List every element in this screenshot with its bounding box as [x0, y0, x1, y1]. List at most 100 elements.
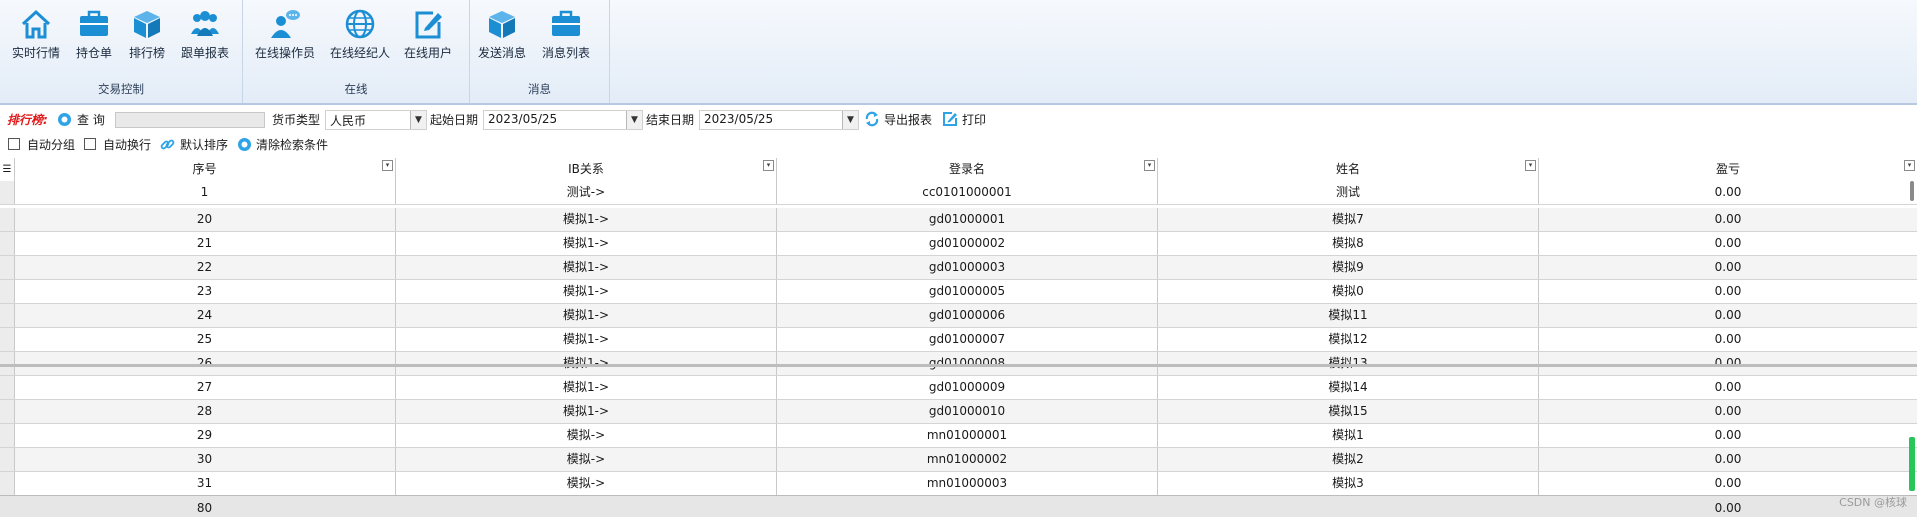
cell-ib: 模拟-> [396, 448, 777, 471]
scroll-position-indicator[interactable] [1909, 437, 1915, 491]
send-message-button[interactable]: 发送消息 [470, 6, 534, 66]
cell-pnl: 0.00 [1714, 476, 1742, 490]
table-row[interactable]: 25 模拟1-> gd01000007 模拟12 0.00 [0, 328, 1917, 352]
table-row[interactable]: 28 模拟1-> gd01000010 模拟15 0.00 [0, 400, 1917, 424]
table-row[interactable]: 30 模拟-> mn01000002 模拟2 0.00 [0, 448, 1917, 472]
table-row[interactable]: 21 模拟1-> gd01000002 模拟8 0.00 [0, 232, 1917, 256]
cell-index: 1 [14, 181, 396, 204]
cell-ib: 测试-> [396, 181, 777, 204]
chevron-down-icon[interactable]: ▼ [842, 111, 858, 129]
table-row[interactable]: 1 测试-> cc0101000001 测试 0.00 [0, 181, 1917, 205]
print-button[interactable]: 打印 [962, 111, 986, 128]
row-indicator[interactable] [0, 181, 15, 204]
table-row[interactable]: 20 模拟1-> gd01000001 模拟7 0.00 [0, 208, 1917, 232]
column-header-index[interactable]: 序号 ▾ [14, 158, 396, 181]
filter-icon[interactable]: ▾ [1525, 160, 1536, 171]
start-date-label: 起始日期 [430, 113, 479, 127]
cell-name: 模拟0 [1158, 280, 1539, 303]
cell-login: gd01000006 [777, 304, 1158, 327]
grid-header: ☰ 序号 ▾ IB关系 ▾ 登录名 ▾ 姓名 ▾ 盈亏 ▾ [0, 158, 1917, 182]
row-indicator[interactable] [0, 376, 15, 399]
edit-icon [415, 11, 442, 39]
currency-select[interactable]: 人民币 ▼ [325, 110, 427, 130]
realtime-quote-button[interactable]: 实时行情 [4, 6, 68, 66]
page-title: 排行榜: [7, 113, 48, 127]
message-list-button[interactable]: 消息列表 [534, 6, 598, 66]
default-sort-button[interactable]: 默认排序 [180, 136, 228, 153]
copy-report-button[interactable]: 跟单报表 [173, 6, 237, 66]
row-indicator[interactable] [0, 256, 15, 279]
start-date-value: 2023/05/25 [488, 112, 558, 126]
cell-name: 模拟14 [1158, 376, 1539, 399]
filter-icon[interactable]: ▾ [1144, 160, 1155, 171]
table-row[interactable]: 23 模拟1-> gd01000005 模拟0 0.00 [0, 280, 1917, 304]
clear-filter-button[interactable]: 清除检索条件 [256, 136, 328, 153]
row-separator [0, 364, 1917, 367]
column-header-ib[interactable]: IB关系 ▾ [396, 158, 777, 181]
globe-icon [345, 9, 375, 39]
online-users-button[interactable]: 在线用户 [396, 6, 460, 66]
export-report-button[interactable]: 导出报表 [884, 111, 932, 128]
filter-icon[interactable]: ▾ [763, 160, 774, 171]
row-indicator[interactable] [0, 448, 15, 471]
chevron-down-icon[interactable]: ▼ [626, 111, 642, 129]
query-button[interactable]: 查 询 [77, 111, 105, 128]
online-brokers-button[interactable]: 在线经纪人 [328, 6, 392, 66]
cube-icon [489, 11, 515, 38]
cell-index: 29 [14, 424, 396, 447]
currency-select-value: 人民币 [330, 114, 367, 128]
cell-index: 28 [14, 400, 396, 423]
chevron-down-icon[interactable]: ▼ [410, 111, 426, 129]
column-header-name[interactable]: 姓名 ▾ [1158, 158, 1539, 181]
table-row[interactable]: 27 模拟1-> gd01000009 模拟14 0.00 [0, 376, 1917, 400]
ranking-label: 排行榜 [128, 46, 165, 60]
ranking-button[interactable]: 排行榜 [115, 6, 179, 66]
row-indicator[interactable] [0, 472, 15, 495]
cell-ib: 模拟1-> [396, 280, 777, 303]
end-date-picker[interactable]: 2023/05/25 ▼ [699, 110, 859, 130]
scroll-thumb[interactable] [1910, 181, 1914, 201]
search-input[interactable] [115, 112, 265, 128]
group-label-trade-control: 交易控制 [98, 82, 144, 96]
row-indicator[interactable] [0, 400, 15, 423]
cell-name: 模拟7 [1158, 208, 1539, 231]
online-operators-button[interactable]: 在线操作员 [253, 6, 317, 66]
print-icon[interactable] [942, 111, 958, 127]
row-indicator[interactable] [0, 328, 15, 351]
cell-login: gd01000002 [777, 232, 1158, 255]
start-date-picker[interactable]: 2023/05/25 ▼ [483, 110, 643, 130]
table-row[interactable]: 22 模拟1-> gd01000003 模拟9 0.00 [0, 256, 1917, 280]
vertical-scrollbar[interactable] [1908, 181, 1917, 495]
table-row[interactable]: 29 模拟-> mn01000001 模拟1 0.00 [0, 424, 1917, 448]
cell-ib: 模拟-> [396, 424, 777, 447]
column-header-pnl[interactable]: 盈亏 ▾ [1539, 158, 1917, 181]
ribbon-group-messages: 发送消息 消息列表 消息 [470, 0, 610, 103]
online-operators-label: 在线操作员 [254, 46, 315, 60]
clear-filter-icon[interactable] [237, 137, 252, 152]
row-indicator[interactable] [0, 208, 15, 231]
auto-group-checkbox[interactable] [8, 138, 20, 150]
cell-pnl: 0.00 [1714, 212, 1742, 226]
row-indicator[interactable] [0, 304, 15, 327]
refresh-export-icon[interactable] [864, 111, 880, 127]
link-icon[interactable] [160, 137, 175, 152]
cell-login: gd01000005 [777, 280, 1158, 303]
cell-login: gd01000001 [777, 208, 1158, 231]
row-indicator[interactable] [0, 424, 15, 447]
column-chooser-icon[interactable]: ☰ [0, 158, 15, 181]
column-header-label: 序号 [192, 162, 217, 176]
end-date-label: 结束日期 [646, 113, 695, 127]
row-indicator[interactable] [0, 280, 15, 303]
ranking-grid: ☰ 序号 ▾ IB关系 ▾ 登录名 ▾ 姓名 ▾ 盈亏 ▾ 1 测试-> cc010… [0, 158, 1917, 517]
cell-ib: 模拟1-> [396, 232, 777, 255]
row-indicator[interactable] [0, 232, 15, 255]
search-icon[interactable] [57, 112, 72, 127]
cell-login: mn01000002 [777, 448, 1158, 471]
column-header-login[interactable]: 登录名 ▾ [777, 158, 1158, 181]
filter-icon[interactable]: ▾ [382, 160, 393, 171]
table-row[interactable]: 24 模拟1-> gd01000006 模拟11 0.00 [0, 304, 1917, 328]
table-row[interactable]: 31 模拟-> mn01000003 模拟3 0.00 [0, 472, 1917, 496]
filter-icon[interactable]: ▾ [1904, 160, 1915, 171]
auto-wrap-checkbox[interactable] [84, 138, 96, 150]
group-label-online: 在线 [344, 82, 368, 96]
